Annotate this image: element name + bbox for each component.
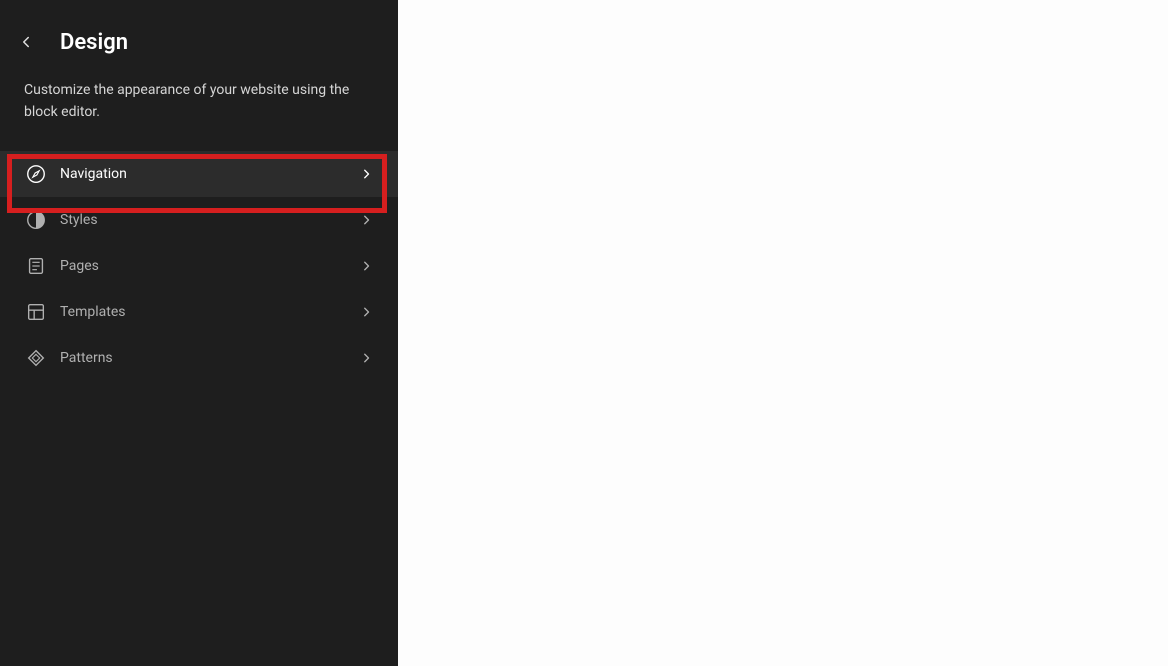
page-icon — [24, 254, 48, 278]
back-button[interactable] — [8, 24, 44, 60]
menu-item-label: Patterns — [60, 350, 358, 366]
sidebar-header: Design — [0, 0, 398, 68]
menu-item-label: Navigation — [60, 166, 358, 182]
main-canvas — [398, 0, 1168, 666]
chevron-right-icon — [358, 349, 376, 367]
styles-icon — [24, 208, 48, 232]
menu-item-styles[interactable]: Styles — [0, 197, 398, 243]
menu-item-templates[interactable]: Templates — [0, 289, 398, 335]
menu-item-label: Styles — [60, 212, 358, 228]
layout-icon — [24, 300, 48, 324]
sidebar-container: Design Customize the appearance of your … — [0, 0, 398, 666]
chevron-left-icon — [17, 33, 35, 51]
menu-item-label: Pages — [60, 258, 358, 274]
chevron-right-icon — [358, 211, 376, 229]
patterns-icon — [24, 346, 48, 370]
sidebar-description: Customize the appearance of your website… — [0, 68, 398, 151]
page-title: Design — [60, 30, 128, 55]
chevron-right-icon — [358, 165, 376, 183]
menu: Navigation Styles — [0, 151, 398, 381]
chevron-right-icon — [358, 257, 376, 275]
menu-item-pages[interactable]: Pages — [0, 243, 398, 289]
menu-item-label: Templates — [60, 304, 358, 320]
menu-item-patterns[interactable]: Patterns — [0, 335, 398, 381]
compass-icon — [24, 162, 48, 186]
sidebar: Design Customize the appearance of your … — [0, 0, 398, 666]
chevron-right-icon — [358, 303, 376, 321]
menu-item-navigation[interactable]: Navigation — [0, 151, 398, 197]
